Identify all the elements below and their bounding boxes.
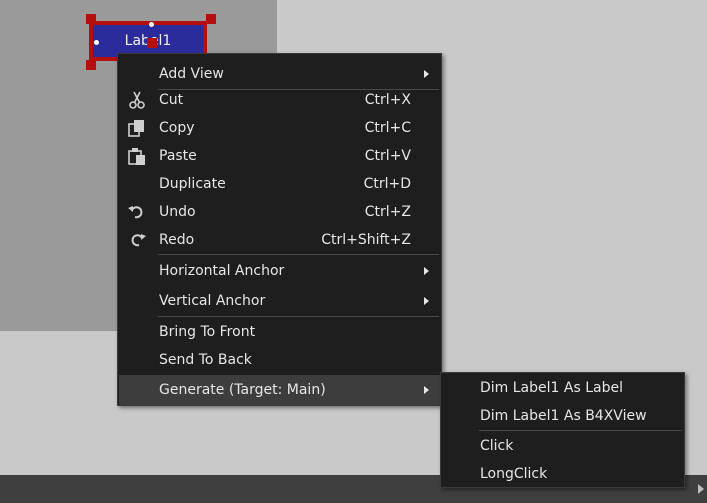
menu-separator: [479, 430, 682, 431]
submenu-item-dim-as-label[interactable]: Dim Label1 As Label: [442, 374, 683, 402]
menu-item-vertical-anchor[interactable]: Vertical Anchor: [119, 286, 440, 316]
menu-item-send-to-back[interactable]: Send To Back: [119, 346, 440, 374]
menu-item-duplicate[interactable]: Duplicate Ctrl+D: [119, 170, 440, 198]
submenu-item-click[interactable]: Click: [442, 432, 683, 460]
generate-label: Generate (Target: Main): [159, 382, 326, 398]
resize-handle-top-left[interactable]: [86, 14, 96, 24]
paste-label: Paste: [159, 148, 197, 164]
undo-shortcut: Ctrl+Z: [364, 204, 411, 220]
resize-handle-bottom-left[interactable]: [86, 60, 96, 70]
horizontal-anchor-label: Horizontal Anchor: [159, 263, 285, 279]
generate-submenu: Dim Label1 As Label Dim Label1 As B4XVie…: [440, 372, 685, 488]
menu-item-bring-to-front[interactable]: Bring To Front: [119, 318, 440, 346]
submenu-item-long-click[interactable]: LongClick: [442, 460, 683, 488]
menu-item-paste[interactable]: Paste Ctrl+V: [119, 142, 440, 170]
resize-handle-top[interactable]: [149, 22, 154, 27]
submenu-arrow-icon: [424, 386, 429, 394]
add-view-label: Add View: [159, 66, 224, 82]
cut-label: Cut: [159, 92, 184, 108]
submenu-arrow-icon: [424, 70, 429, 78]
copy-shortcut: Ctrl+C: [364, 120, 411, 136]
resize-handle-left[interactable]: [94, 40, 99, 45]
scroll-right-arrow-icon[interactable]: [698, 484, 704, 494]
menu-item-copy[interactable]: Copy Ctrl+C: [119, 114, 440, 142]
paste-shortcut: Ctrl+V: [364, 148, 411, 164]
click-text: Click: [480, 438, 514, 454]
copy-icon: [128, 120, 144, 137]
menu-item-horizontal-anchor[interactable]: Horizontal Anchor: [119, 256, 440, 286]
duplicate-label: Duplicate: [159, 176, 226, 192]
submenu-item-dim-as-b4xview[interactable]: Dim Label1 As B4XView: [442, 402, 683, 430]
dim-as-label-text: Dim Label1 As Label: [480, 380, 623, 396]
redo-icon: [131, 234, 146, 247]
menu-item-undo[interactable]: Undo Ctrl+Z: [119, 198, 440, 226]
vertical-anchor-label: Vertical Anchor: [159, 293, 266, 309]
undo-icon: [128, 206, 143, 219]
long-click-text: LongClick: [480, 466, 548, 482]
redo-label: Redo: [159, 232, 195, 248]
menu-item-generate[interactable]: Generate (Target: Main): [119, 375, 440, 405]
send-to-back-label: Send To Back: [159, 352, 252, 368]
menu-item-add-view[interactable]: Add View: [119, 59, 440, 89]
context-menu: Add View Cut Ctrl+X Copy Ctrl+C Paste Ct…: [117, 53, 442, 406]
menu-item-redo[interactable]: Redo Ctrl+Shift+Z: [119, 226, 440, 254]
menu-separator: [158, 254, 439, 255]
submenu-arrow-icon: [424, 297, 429, 305]
redo-shortcut: Ctrl+Shift+Z: [321, 232, 411, 248]
undo-label: Undo: [159, 204, 196, 220]
menu-separator: [158, 316, 439, 317]
resize-handle-top-right[interactable]: [206, 14, 216, 24]
duplicate-shortcut: Ctrl+D: [363, 176, 411, 192]
menu-item-cut[interactable]: Cut Ctrl+X: [119, 86, 440, 114]
cut-shortcut: Ctrl+X: [364, 92, 411, 108]
resize-handle-center[interactable]: [147, 38, 157, 48]
paste-icon: [128, 148, 145, 165]
dim-as-b4xview-text: Dim Label1 As B4XView: [480, 408, 647, 424]
scissors-icon: [129, 91, 145, 109]
copy-label: Copy: [159, 120, 195, 136]
bring-to-front-label: Bring To Front: [159, 324, 256, 340]
submenu-arrow-icon: [424, 267, 429, 275]
